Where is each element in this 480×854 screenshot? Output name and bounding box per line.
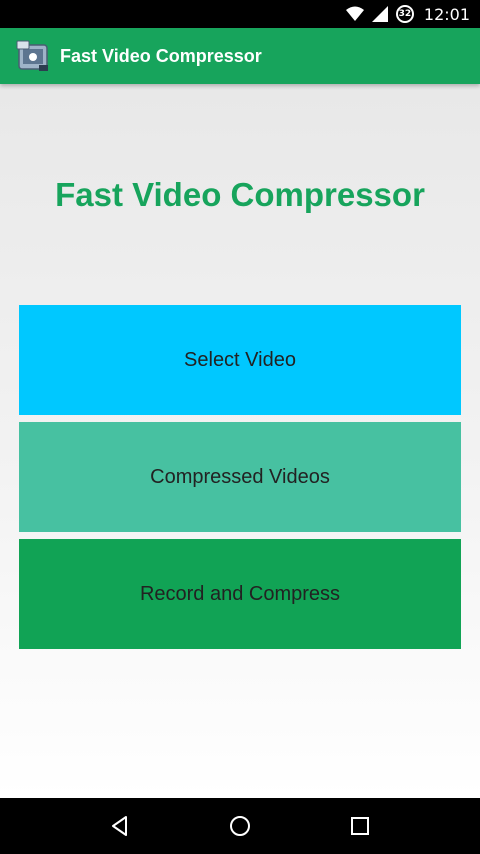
- status-bar: 32 12:01: [0, 0, 480, 28]
- compressed-videos-label: Compressed Videos: [150, 465, 330, 488]
- main-content: Fast Video Compressor Select Video Compr…: [0, 84, 480, 798]
- back-icon[interactable]: [100, 806, 140, 846]
- app-bar: Fast Video Compressor: [0, 28, 480, 84]
- record-and-compress-button[interactable]: Record and Compress: [19, 539, 461, 649]
- select-video-label: Select Video: [184, 348, 296, 371]
- app-title: Fast Video Compressor: [60, 45, 262, 66]
- record-and-compress-label: Record and Compress: [139, 582, 341, 605]
- navigation-bar: [0, 798, 480, 854]
- status-time: 12:01: [423, 4, 470, 24]
- select-video-button[interactable]: Select Video: [19, 305, 461, 415]
- battery-badge-icon: 32: [395, 5, 414, 23]
- compressed-videos-button[interactable]: Compressed Videos: [19, 422, 461, 532]
- recents-icon[interactable]: [340, 806, 380, 846]
- page-title: Fast Video Compressor: [55, 176, 425, 213]
- app-logo-icon: [16, 39, 50, 73]
- wifi-icon: [345, 6, 364, 22]
- home-icon[interactable]: [220, 806, 260, 846]
- cell-signal-icon: [371, 6, 388, 22]
